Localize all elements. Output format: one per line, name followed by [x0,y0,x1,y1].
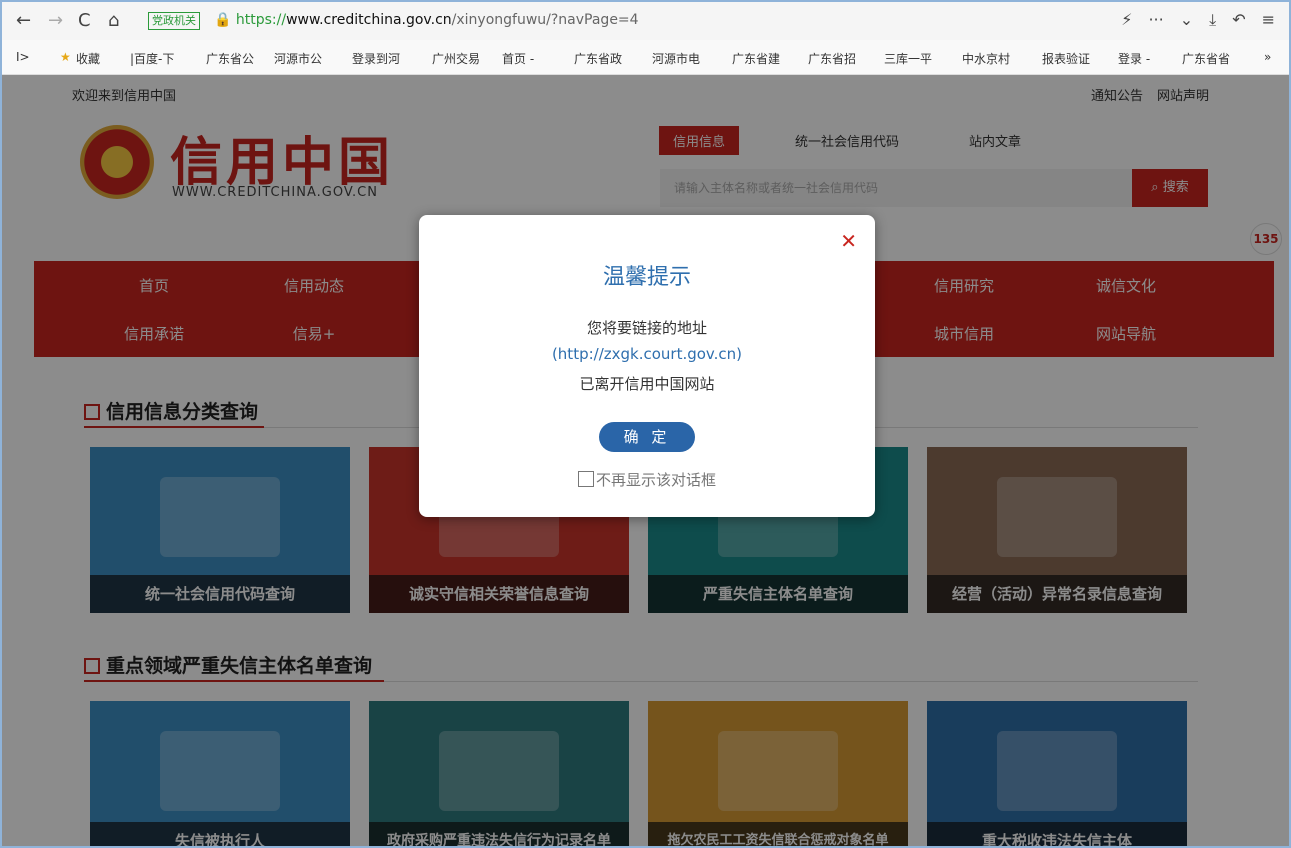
more-icon[interactable]: ··· [1148,10,1163,29]
dialog-line-3: 已离开信用中国网站 [579,375,715,393]
dialog-line-1: 您将要链接的地址 [586,319,707,337]
warning-dialog: ✕ 温馨提示 您将要链接的地址 (http://zxgk.court.gov.c… [419,215,875,517]
bookmarks-bar: I> ★ 收藏 |百度-下 广东省公 河源市公 登录到河 广州交易 首页 - 广… [2,40,1289,75]
bookmark-item[interactable]: 首页 - [502,50,534,67]
checkbox-box[interactable] [577,471,594,487]
url-host: www.creditchina.gov.cn [286,12,452,28]
dialog-title: 温馨提示 [602,265,691,290]
reload-icon[interactable]: C [78,10,91,31]
lightning-icon[interactable]: ⚡ [1121,10,1132,29]
bookmark-item[interactable]: 三库一平 [884,50,932,67]
toolbar-icons: ⚡ ··· ⌄ ⤓ ↶ ≡ [1105,10,1275,30]
menu-icon[interactable]: ≡ [1262,10,1275,29]
forward-icon[interactable]: → [48,10,63,31]
bookmark-item[interactable]: 广东省省 [1182,50,1230,67]
download-icon[interactable]: ⤓ [1209,10,1216,29]
url-path: /xinyongfuwu/?navPage=4 [451,12,639,28]
url-scheme: https:// [235,12,287,28]
star-icon: ★ [60,50,71,64]
bookmark-item[interactable]: 广州交易 [432,50,480,67]
undo-icon[interactable]: ↶ [1232,10,1245,29]
site-badge: 党政机关 [148,12,200,30]
dont-show-again-checkbox[interactable]: 不再显示该对话框 [419,469,875,490]
bookmark-item[interactable]: |百度-下 [130,50,174,67]
bookmark-item[interactable]: 河源市电 [652,50,700,67]
bookmark-item[interactable]: 报表验证 [1042,50,1090,67]
browser-toolbar: ← → C ⌂ 党政机关 🔒 https://www.creditchina.g… [2,2,1289,41]
confirm-button[interactable]: 确 定 [599,422,695,452]
bookmark-item[interactable]: 河源市公 [274,50,322,67]
bookmark-item[interactable]: 广东省公 [206,50,254,67]
address-bar[interactable]: 🔒 https://www.creditchina.gov.cn/xinyong… [214,12,639,28]
sidebar-toggle-icon[interactable]: I> [16,50,30,64]
bookmark-item[interactable]: 登录 - [1118,50,1150,67]
bookmark-item[interactable]: 广东省建 [732,50,780,67]
lock-icon: 🔒 [214,12,236,28]
back-icon[interactable]: ← [16,10,31,31]
bookmark-item[interactable]: 广东省招 [808,50,856,67]
bookmarks-overflow-icon[interactable]: » [1264,50,1271,64]
checkbox-label: 不再显示该对话框 [595,471,716,489]
home-icon[interactable]: ⌂ [108,10,119,31]
bookmark-item[interactable]: 广东省政 [574,50,622,67]
bookmark-item[interactable]: 中水京村 [962,50,1010,67]
chevron-down-icon[interactable]: ⌄ [1180,10,1193,29]
bookmark-item[interactable]: 登录到河 [352,50,400,67]
dialog-link[interactable]: (http://zxgk.court.gov.cn) [419,345,875,363]
bookmark-item[interactable]: 收藏 [76,50,100,67]
close-icon[interactable]: ✕ [840,229,857,253]
